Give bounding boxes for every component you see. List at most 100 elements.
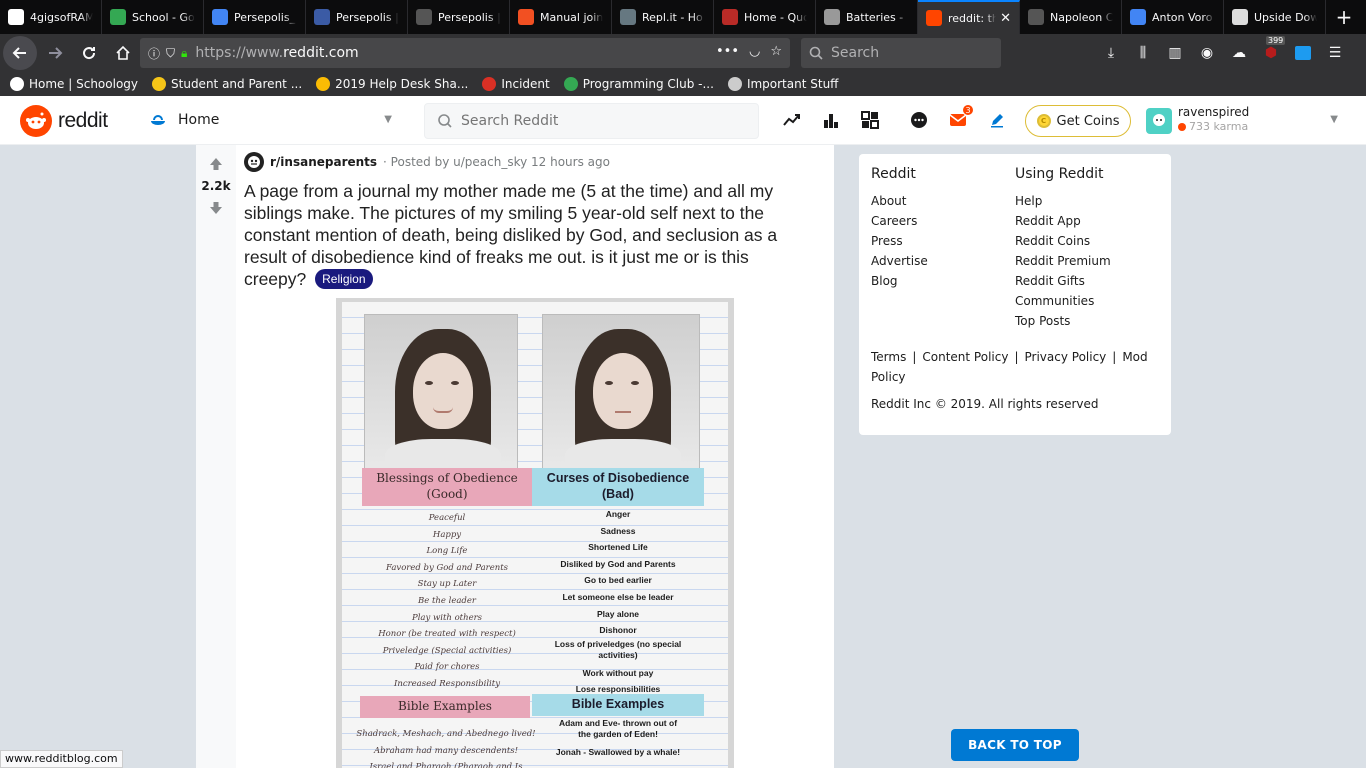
browser-tab[interactable]: Napoleon C (1020, 0, 1122, 34)
browser-tab[interactable]: reddit: the ✕ (918, 0, 1020, 34)
browser-tab[interactable]: Persepolis_ (204, 0, 306, 34)
browser-tab[interactable]: Upside Dow (1224, 0, 1326, 34)
ublock-icon[interactable]: ⬢ 399 (1260, 36, 1286, 64)
user-dropdown[interactable]: ravenspired 733 karma ▼ (1146, 104, 1346, 138)
pocket-icon[interactable]: ◡ (749, 44, 760, 59)
footer-link[interactable]: Help (1015, 191, 1159, 211)
url-text[interactable]: https://www.reddit.com (195, 45, 358, 61)
chevron-down-icon: ▼ (384, 114, 392, 125)
journal-list-item: Priveledge (Special activities) (382, 645, 512, 656)
browser-tab[interactable]: Persepolis | (306, 0, 408, 34)
browser-tab[interactable]: Manual join (510, 0, 612, 34)
new-tab-button[interactable]: + (1326, 0, 1362, 34)
sad-child-photo (542, 314, 700, 472)
apple-icon (824, 9, 840, 25)
browser-tab[interactable]: Batteries - (816, 0, 918, 34)
home-dropdown-label: Home (178, 112, 220, 128)
footer-link[interactable]: Careers (871, 211, 1015, 231)
bookmark-item[interactable]: Important Stuff (727, 77, 838, 91)
footer-link[interactable]: Reddit Gifts (1015, 271, 1159, 291)
journal-list-item: Jonah - Swallowed by a whale! (555, 747, 681, 757)
home-dropdown[interactable]: Home ▼ (148, 106, 398, 134)
back-to-top-button[interactable]: BACK TO TOP (951, 729, 1079, 761)
get-coins-label: Get Coins (1056, 113, 1120, 129)
browser-tab[interactable]: Home - Quo (714, 0, 816, 34)
footer-link[interactable]: Advertise (871, 251, 1015, 271)
bookmark-item[interactable]: Student and Parent ... (152, 77, 302, 91)
coin-icon: C (1036, 114, 1051, 128)
forward-button[interactable] (39, 37, 71, 69)
reddit-search-input[interactable] (461, 113, 741, 129)
browser-tab[interactable]: 4gigsofRAM (0, 0, 102, 34)
bookmark-item[interactable]: Incident (482, 77, 550, 91)
trending-icon[interactable] (782, 110, 802, 130)
bookmark-item[interactable]: Programming Club -... (563, 77, 714, 91)
upvote-button[interactable] (206, 153, 226, 175)
footer-link[interactable]: Press (871, 231, 1015, 251)
legal-link[interactable]: Privacy Policy (1025, 350, 1107, 364)
link-separator: | (1014, 350, 1019, 364)
shield-icon[interactable]: ⛉ (166, 46, 175, 61)
post-flair[interactable]: Religion (315, 269, 373, 289)
reload-button[interactable] (73, 37, 105, 69)
tab-title: Batteries - (846, 10, 904, 24)
journal-list-item: Increased Responsibility (393, 678, 500, 689)
bookmark-item[interactable]: 2019 Help Desk Sha... (316, 77, 468, 91)
browser-tab[interactable]: School - Go (102, 0, 204, 34)
page-actions-icon[interactable]: ••• (716, 44, 739, 59)
bookmark-label: Student and Parent ... (171, 77, 303, 91)
browser-tab[interactable]: Repl.it - Ho (612, 0, 714, 34)
home-button[interactable] (107, 37, 139, 69)
subreddit-icon[interactable] (244, 152, 264, 172)
menu-icon[interactable]: ☰ (1324, 42, 1346, 64)
chat-icon[interactable] (909, 110, 929, 130)
footer-link[interactable]: Blog (871, 271, 1015, 291)
lock-icon: 🔒︎ (181, 45, 188, 60)
footer-link[interactable]: About (871, 191, 1015, 211)
subreddit-link[interactable]: r/insaneparents (270, 155, 377, 169)
post-title[interactable]: A page from a journal my mother made me … (244, 180, 814, 290)
cloud-extension-icon[interactable]: ☁ (1228, 42, 1250, 64)
url-bar[interactable]: ⓘ ⛉ 🔒︎ https://www.reddit.com ••• ◡ ☆ (140, 38, 790, 68)
mail-icon[interactable]: 3 (948, 104, 974, 130)
info-icon[interactable]: ⓘ (148, 45, 160, 62)
close-icon[interactable]: ✕ (1000, 11, 1011, 26)
leaderboard-icon[interactable] (821, 110, 841, 130)
browser-tab[interactable]: Persepolis | (408, 0, 510, 34)
footer-link[interactable]: Reddit Coins (1015, 231, 1159, 251)
rpan-icon[interactable] (860, 110, 880, 130)
star-icon[interactable]: ☆ (770, 44, 782, 59)
library-icon[interactable]: ⫼ (1132, 42, 1154, 64)
post-image[interactable]: Blessings of Obedience (Good) Curses of … (336, 298, 734, 768)
posted-by: · Posted by u/peach_sky 12 hours ago (383, 155, 610, 169)
browser-search-bar[interactable]: Search (801, 38, 1001, 68)
account-icon[interactable]: ◉ (1196, 42, 1218, 64)
get-coins-button[interactable]: C Get Coins (1025, 105, 1131, 137)
downvote-button[interactable] (206, 197, 226, 219)
download-icon[interactable]: ⤓ (1100, 42, 1122, 64)
journal-list-item: Peaceful (428, 513, 466, 523)
legal-link[interactable]: Content Policy (922, 350, 1008, 364)
create-post-icon[interactable] (987, 110, 1007, 130)
bible-examples-right-heading: Bible Examples (532, 694, 704, 716)
tab-title: Persepolis | (336, 10, 399, 24)
journal-list-item: Play with others (411, 612, 483, 623)
karma-count: 733 karma (1189, 120, 1249, 133)
back-button[interactable] (3, 36, 37, 70)
tab-title: 4gigsofRAM (30, 10, 93, 24)
bookmark-item[interactable]: Home | Schoology (10, 77, 138, 91)
reddit-header: reddit Home ▼ 3 C Get Coins (0, 96, 1366, 145)
sidebar-icon[interactable]: ▥ (1164, 42, 1186, 64)
journal-list-item: Let someone else be leader (562, 591, 674, 602)
reddit-search[interactable] (424, 103, 759, 139)
legal-link[interactable]: Terms (871, 350, 906, 364)
reddit-logo[interactable]: reddit (20, 105, 108, 137)
footer-link[interactable]: Reddit Premium (1015, 251, 1159, 271)
footer-link[interactable]: Reddit App (1015, 211, 1159, 231)
home-icon (116, 45, 130, 60)
browser-tab[interactable]: Anton Voro (1122, 0, 1224, 34)
footer-link[interactable]: Communities (1015, 291, 1159, 311)
footer-link[interactable]: Top Posts (1015, 311, 1159, 331)
journal-list-item: Be the leader (418, 595, 476, 606)
extension-icon[interactable] (1292, 42, 1314, 64)
